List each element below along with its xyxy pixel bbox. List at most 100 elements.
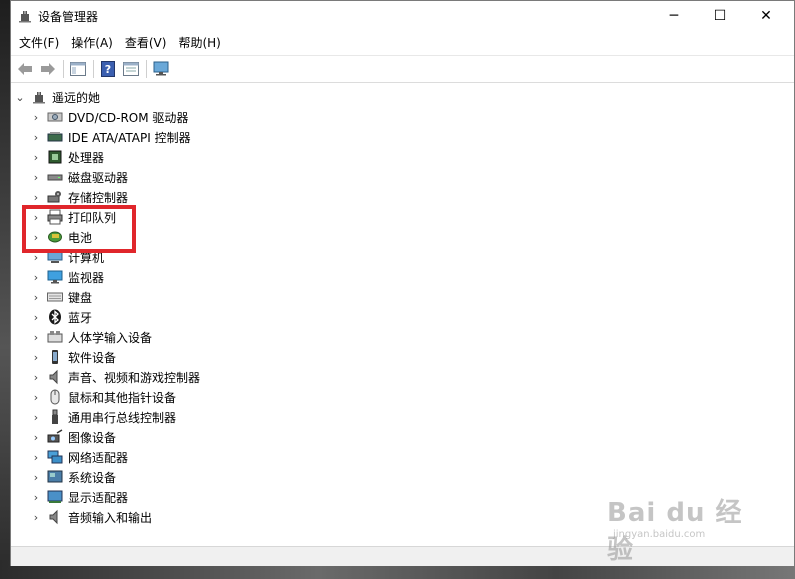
close-button[interactable]: ✕ — [743, 1, 789, 31]
toolbar-separator — [93, 60, 94, 78]
chevron-right-icon[interactable]: › — [29, 287, 43, 307]
forward-icon — [41, 63, 55, 75]
maximize-icon: ☐ — [713, 8, 727, 24]
chevron-right-icon[interactable]: › — [29, 387, 43, 407]
tree-item-label: 网络适配器 — [68, 450, 129, 465]
menu-view[interactable]: 查看(V) — [119, 32, 173, 54]
baidu-jingyan-watermark: Bai du 经验 jingyan.baidu.com — [607, 492, 757, 565]
menu-help[interactable]: 帮助(H) — [172, 32, 226, 54]
tree-item[interactable]: › 音频输入和输出 — [29, 507, 152, 527]
tree-item-label: 音频输入和输出 — [68, 510, 153, 525]
tree-item-label: 打印队列 — [68, 210, 117, 225]
usb-icon — [47, 409, 63, 425]
tree-item[interactable]: › 系统设备 — [29, 467, 116, 487]
tree-item[interactable]: › 通用串行总线控制器 — [29, 407, 176, 427]
computer-root-icon — [31, 89, 47, 105]
tree-item[interactable]: › 计算机 — [29, 247, 104, 267]
tree-item[interactable]: › 监视器 — [29, 267, 104, 287]
menu-bar: 文件(F) 操作(A) 查看(V) 帮助(H) — [11, 32, 794, 54]
tree-item-label: 软件设备 — [68, 350, 117, 365]
tree-item-label: 键盘 — [68, 290, 93, 305]
tree-item[interactable]: › 处理器 — [29, 147, 104, 167]
chevron-right-icon[interactable]: › — [29, 347, 43, 367]
tree-item-label: 图像设备 — [68, 430, 117, 445]
help-button[interactable]: ? — [97, 58, 119, 80]
properties-button[interactable] — [120, 58, 142, 80]
tree-item[interactable]: › 网络适配器 — [29, 447, 128, 467]
chevron-right-icon[interactable]: › — [29, 487, 43, 507]
audio-io-icon — [47, 509, 63, 525]
chevron-right-icon[interactable]: › — [29, 307, 43, 327]
chevron-right-icon[interactable]: › — [29, 267, 43, 287]
chevron-right-icon[interactable]: › — [29, 327, 43, 347]
chevron-right-icon[interactable]: › — [29, 227, 43, 247]
chevron-right-icon[interactable]: › — [29, 467, 43, 487]
tree-item[interactable]: › DVD/CD-ROM 驱动器 — [29, 107, 189, 127]
minimize-icon: ─ — [669, 8, 679, 24]
tree-item[interactable]: › 图像设备 — [29, 427, 116, 447]
maximize-button[interactable]: ☐ — [697, 1, 743, 31]
chevron-right-icon[interactable]: › — [29, 107, 43, 127]
help-icon: ? — [101, 61, 115, 77]
chevron-right-icon[interactable]: › — [29, 367, 43, 387]
chevron-down-icon[interactable]: ⌄ — [13, 87, 27, 107]
tree-item[interactable]: › 电池 — [29, 227, 92, 247]
dvd-drive-icon — [47, 109, 63, 125]
console-tree-button[interactable] — [67, 58, 89, 80]
back-icon — [18, 63, 32, 75]
scan-hardware-icon — [153, 61, 169, 76]
device-manager-app-icon — [18, 9, 32, 23]
chevron-right-icon[interactable]: › — [29, 167, 43, 187]
tree-root[interactable]: ⌄ 遥远的她 — [13, 87, 100, 107]
tree-item[interactable]: › 显示适配器 — [29, 487, 128, 507]
hid-icon — [47, 329, 63, 345]
tree-item-label: 鼠标和其他指针设备 — [68, 390, 177, 405]
scan-hardware-button[interactable] — [150, 58, 172, 80]
menu-file[interactable]: 文件(F) — [13, 32, 65, 54]
tree-item[interactable]: › 键盘 — [29, 287, 92, 307]
software-device-icon — [47, 349, 63, 365]
mouse-icon — [47, 389, 63, 405]
chevron-right-icon[interactable]: › — [29, 147, 43, 167]
tree-item[interactable]: › 鼠标和其他指针设备 — [29, 387, 176, 407]
tree-item[interactable]: › 蓝牙 — [29, 307, 92, 327]
tree-item-label: 电池 — [68, 230, 93, 245]
tree-item-label: 监视器 — [68, 270, 105, 285]
tree-item[interactable]: › 打印队列 — [29, 207, 116, 227]
network-adapter-icon — [47, 449, 63, 465]
menu-action[interactable]: 操作(A) — [65, 32, 119, 54]
tree-item[interactable]: › 存储控制器 — [29, 187, 128, 207]
disk-drive-icon — [47, 169, 63, 185]
properties-icon — [123, 62, 139, 76]
tree-item[interactable]: › IDE ATA/ATAPI 控制器 — [29, 127, 191, 147]
tree-item-label: 磁盘驱动器 — [68, 170, 129, 185]
tree-item[interactable]: › 磁盘驱动器 — [29, 167, 128, 187]
chevron-right-icon[interactable]: › — [29, 127, 43, 147]
tree-item-label: DVD/CD-ROM 驱动器 — [68, 110, 189, 125]
chevron-right-icon[interactable]: › — [29, 207, 43, 227]
chevron-right-icon[interactable]: › — [29, 187, 43, 207]
forward-button[interactable] — [37, 58, 59, 80]
chevron-right-icon[interactable]: › — [29, 447, 43, 467]
back-button[interactable] — [14, 58, 36, 80]
tree-item[interactable]: › 软件设备 — [29, 347, 116, 367]
ide-controller-icon — [47, 129, 63, 145]
tree-item[interactable]: › 声音、视频和游戏控制器 — [29, 367, 200, 387]
toolbar: ? — [11, 55, 794, 83]
svg-text:?: ? — [105, 63, 111, 76]
keyboard-icon — [47, 289, 63, 305]
chevron-right-icon[interactable]: › — [29, 507, 43, 527]
storage-controller-icon — [47, 189, 63, 205]
watermark-url: jingyan.baidu.com — [613, 529, 706, 540]
chevron-right-icon[interactable]: › — [29, 427, 43, 447]
chevron-right-icon[interactable]: › — [29, 407, 43, 427]
processor-icon — [47, 149, 63, 165]
system-device-icon — [47, 469, 63, 485]
chevron-right-icon[interactable]: › — [29, 247, 43, 267]
tree-item[interactable]: › 人体学输入设备 — [29, 327, 152, 347]
tree-item-label: 声音、视频和游戏控制器 — [68, 370, 201, 385]
minimize-button[interactable]: ─ — [651, 1, 697, 31]
title-bar[interactable]: 设备管理器 ─ ☐ ✕ — [11, 1, 794, 31]
bluetooth-icon — [47, 309, 63, 325]
tree-item-label: 系统设备 — [68, 470, 117, 485]
